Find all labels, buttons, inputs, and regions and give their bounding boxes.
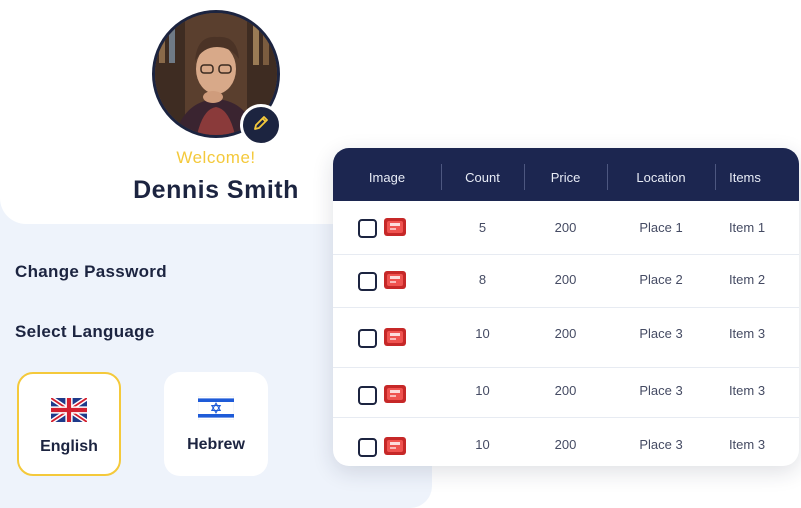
count-cell: 10	[475, 437, 490, 452]
product-image	[384, 328, 406, 346]
language-option-english[interactable]: English	[17, 372, 121, 476]
column-header-items[interactable]: Items	[715, 148, 775, 201]
product-image	[384, 271, 406, 289]
column-header-image[interactable]: Image	[333, 148, 441, 201]
price-cell: 200	[554, 220, 577, 235]
price-cell: 200	[554, 383, 577, 398]
price-cell: 200	[554, 326, 577, 341]
israel-flag-icon	[197, 395, 235, 425]
column-header-price[interactable]: Price	[524, 148, 607, 201]
location-cell: Place 3	[639, 437, 683, 452]
column-header-location[interactable]: Location	[607, 148, 715, 201]
edit-avatar-button[interactable]	[240, 104, 282, 146]
table-row[interactable]: 10 200 Place 3 Item 3	[333, 307, 799, 368]
location-cell: Place 3	[639, 383, 683, 398]
table-row[interactable]: 10 200 Place 3 Item 3	[333, 367, 799, 418]
location-cell: Place 2	[639, 272, 683, 287]
row-checkbox[interactable]	[358, 272, 377, 291]
uk-flag-icon	[49, 396, 89, 427]
language-label: English	[40, 438, 98, 455]
row-checkbox[interactable]	[358, 438, 377, 457]
product-image	[384, 385, 406, 403]
item-cell: Item 2	[728, 272, 766, 287]
count-cell: 5	[478, 220, 487, 235]
location-cell: Place 3	[639, 326, 683, 341]
table-row[interactable]: 10 200 Place 3 Item 3	[333, 417, 799, 466]
language-label: Hebrew	[187, 436, 245, 453]
item-cell: Item 3	[728, 326, 766, 341]
item-cell: Item 1	[728, 220, 766, 235]
product-image	[384, 218, 406, 236]
language-option-hebrew[interactable]: Hebrew	[164, 372, 268, 476]
row-checkbox[interactable]	[358, 219, 377, 238]
location-cell: Place 1	[639, 220, 683, 235]
count-cell: 10	[475, 326, 490, 341]
row-checkbox[interactable]	[358, 386, 377, 405]
avatar-container	[152, 10, 282, 146]
item-cell: Item 3	[728, 437, 766, 452]
table-row[interactable]: 5 200 Place 1 Item 1	[333, 201, 799, 255]
column-header-count[interactable]: Count	[441, 148, 524, 201]
table-header: Image Count Price Location Items	[333, 148, 799, 201]
product-image	[384, 437, 406, 455]
price-cell: 200	[554, 272, 577, 287]
row-checkbox[interactable]	[358, 329, 377, 348]
pencil-icon	[253, 115, 269, 136]
count-cell: 8	[478, 272, 487, 287]
count-cell: 10	[475, 383, 490, 398]
change-password-link[interactable]: Change Password	[15, 262, 167, 282]
price-cell: 200	[554, 437, 577, 452]
select-language-heading: Select Language	[15, 322, 155, 341]
table-row[interactable]: 8 200 Place 2 Item 2	[333, 254, 799, 308]
item-cell: Item 3	[728, 383, 766, 398]
items-table: Image Count Price Location Items 5 200 P…	[333, 148, 799, 466]
